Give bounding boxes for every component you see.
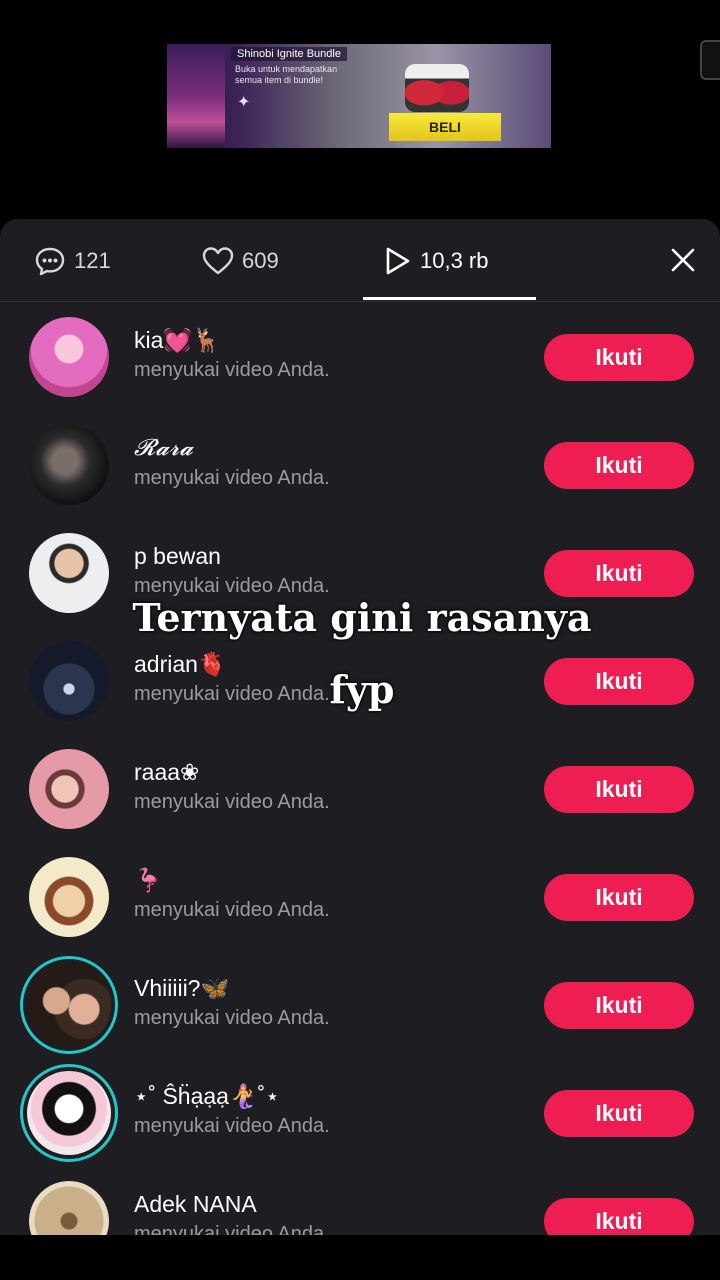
user-name[interactable]: kia💓🦌: [134, 327, 221, 354]
side-handle[interactable]: [700, 40, 720, 80]
bundle-title: Shinobi Ignite Bundle: [231, 47, 347, 61]
follow-button[interactable]: Ikuti: [544, 982, 694, 1029]
close-button[interactable]: [666, 243, 700, 277]
user-name[interactable]: p bewan: [134, 543, 221, 570]
tab-views[interactable]: 10,3 rb: [382, 245, 489, 277]
user-name[interactable]: Vhiiiii?🦋: [134, 975, 229, 1002]
user-name[interactable]: ⋆˚ Ŝḧạạạ🧜‍♀️˚⋆: [134, 1083, 280, 1110]
likers-list: kia💓🦌 menyukai video Anda. Ikuti 𝓡𝓪𝓻𝓪 me…: [0, 303, 720, 1235]
avatar[interactable]: [20, 1064, 118, 1162]
activity-sheet: 121 609 10,3 rb kia💓🦌 menyukai video And…: [0, 219, 720, 1235]
list-item: Vhiiiii?🦋 menyukai video Anda. Ikuti: [0, 951, 720, 1059]
activity-text: menyukai video Anda.: [134, 1115, 330, 1137]
follow-button[interactable]: Ikuti: [544, 442, 694, 489]
close-icon: [671, 248, 695, 272]
list-item: kia💓🦌 menyukai video Anda. Ikuti: [0, 303, 720, 411]
user-name[interactable]: 𝓡𝓪𝓻𝓪: [134, 435, 193, 461]
follow-button[interactable]: Ikuti: [544, 766, 694, 813]
bundle-description: Buka untuk mendapatkan semua item di bun…: [235, 64, 338, 85]
list-item: raaa❀ menyukai video Anda. Ikuti: [0, 735, 720, 843]
tab-likes[interactable]: 609: [202, 245, 279, 277]
shoes-image: [405, 64, 469, 112]
avatar[interactable]: [29, 425, 109, 505]
bottom-bar: [0, 1235, 720, 1280]
screen: Shinobi Ignite Bundle Buka untuk mendapa…: [0, 0, 720, 1280]
activity-text: menyukai video Anda.: [134, 1223, 330, 1235]
caption-line-1: Ternyata gini rasanya: [132, 595, 592, 640]
activity-text: menyukai video Anda.: [134, 899, 330, 921]
follow-button[interactable]: Ikuti: [544, 874, 694, 921]
video-caption-overlay: Ternyata gini rasanya fyp: [132, 582, 592, 726]
avatar[interactable]: [29, 641, 109, 721]
avatar[interactable]: [29, 857, 109, 937]
play-icon: [382, 246, 412, 276]
active-tab-indicator: [363, 297, 536, 300]
likes-count: 609: [242, 248, 279, 273]
activity-text: menyukai video Anda.: [134, 1007, 330, 1029]
character-image: [167, 44, 225, 148]
follow-button[interactable]: Ikuti: [544, 1198, 694, 1235]
comments-count: 121: [74, 248, 111, 273]
activity-tabs: 121 609 10,3 rb: [0, 219, 720, 302]
list-item: 🦩 menyukai video Anda. Ikuti: [0, 843, 720, 951]
avatar[interactable]: [20, 956, 118, 1054]
activity-text: menyukai video Anda.: [134, 467, 330, 489]
activity-text: menyukai video Anda.: [134, 359, 330, 381]
caption-line-2: fyp: [329, 667, 395, 712]
list-item: 𝓡𝓪𝓻𝓪 menyukai video Anda. Ikuti: [0, 411, 720, 519]
user-name[interactable]: 🦩: [134, 867, 163, 894]
views-count: 10,3 rb: [420, 248, 489, 273]
tab-comments[interactable]: 121: [34, 245, 111, 277]
heart-icon: [202, 246, 234, 276]
list-item: Adek NANA menyukai video Anda. Ikuti: [0, 1167, 720, 1235]
activity-text: menyukai video Anda.: [134, 791, 330, 813]
sparkle-icon: ✦: [237, 94, 251, 111]
avatar[interactable]: [29, 749, 109, 829]
avatar[interactable]: [29, 533, 109, 613]
list-item: ⋆˚ Ŝḧạạạ🧜‍♀️˚⋆ menyukai video Anda. Ikut…: [0, 1059, 720, 1167]
buy-button[interactable]: BELI: [389, 113, 501, 141]
follow-button[interactable]: Ikuti: [544, 1090, 694, 1137]
avatar[interactable]: [29, 317, 109, 397]
follow-button[interactable]: Ikuti: [544, 334, 694, 381]
comment-icon: [34, 245, 66, 277]
user-name[interactable]: Adek NANA: [134, 1191, 257, 1218]
avatar[interactable]: [29, 1181, 109, 1235]
game-ad-banner[interactable]: Shinobi Ignite Bundle Buka untuk mendapa…: [167, 44, 551, 148]
user-name[interactable]: raaa❀: [134, 759, 199, 786]
